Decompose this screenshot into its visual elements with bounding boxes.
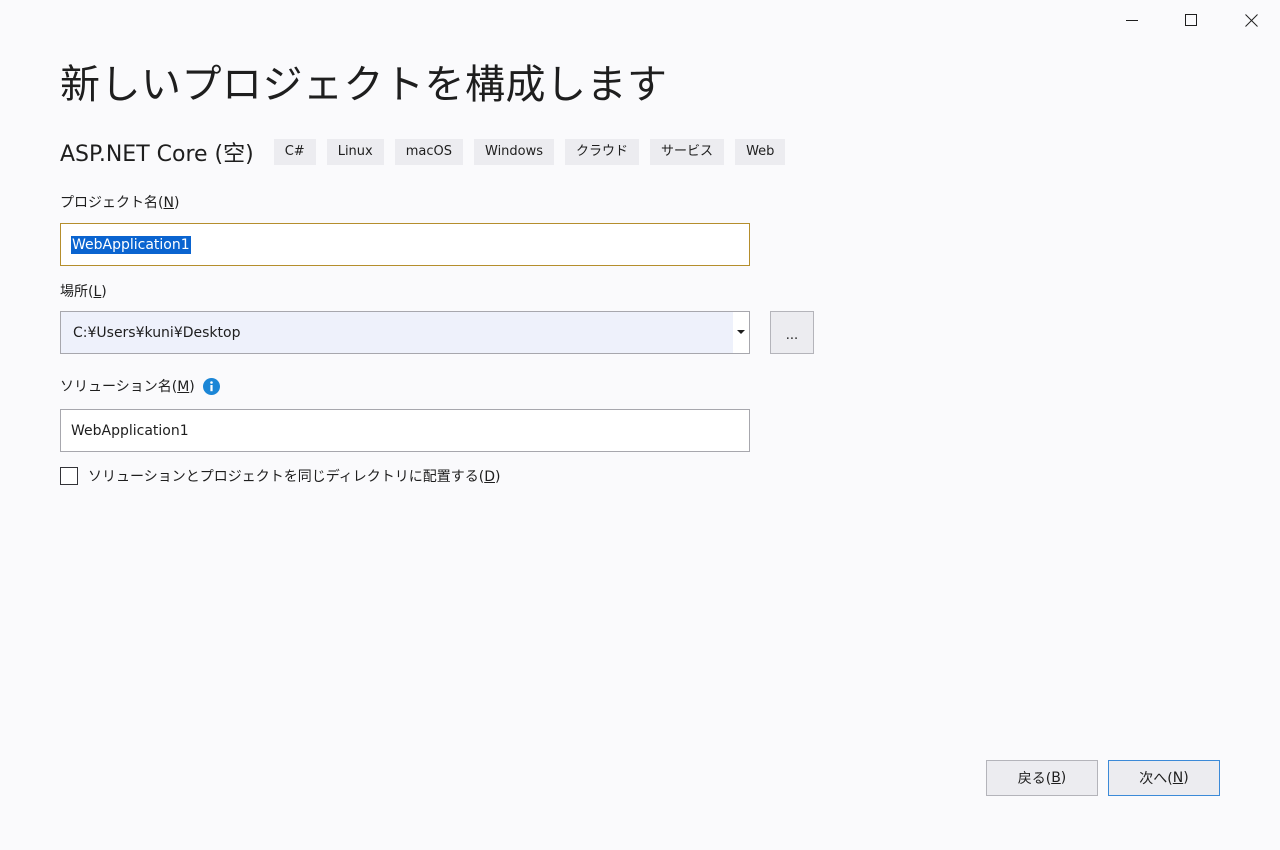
solution-name-input[interactable]: WebApplication1 [60, 409, 750, 452]
browse-button[interactable]: ... [770, 311, 814, 354]
tag-cloud: クラウド [565, 139, 640, 165]
close-icon [1244, 13, 1258, 27]
minimize-button[interactable] [1117, 5, 1147, 35]
back-button[interactable]: 戻る(B) [986, 760, 1098, 796]
location-value: C:¥Users¥kuni¥Desktop [73, 324, 241, 341]
template-info: ASP.NET Core (空) C# Linux macOS Windows … [60, 136, 796, 168]
project-name-value: WebApplication1 [71, 235, 191, 254]
tag-windows: Windows [474, 139, 555, 165]
project-name-label: プロジェクト名(N) [60, 195, 180, 211]
location-label: 場所(L) [60, 284, 107, 300]
tag-linux: Linux [326, 139, 384, 165]
same-directory-label: ソリューションとプロジェクトを同じディレクトリに配置する(D) [88, 469, 501, 485]
same-directory-option[interactable]: ソリューションとプロジェクトを同じディレクトリに配置する(D) [60, 466, 500, 486]
tag-csharp: C# [273, 139, 316, 165]
tag-service: サービス [650, 139, 725, 165]
next-button[interactable]: 次へ(N) [1108, 760, 1220, 796]
maximize-button[interactable] [1176, 5, 1206, 35]
template-name: ASP.NET Core (空) [60, 142, 254, 167]
minimize-icon [1126, 20, 1138, 21]
tag-web: Web [735, 139, 786, 165]
caret-down-icon [737, 330, 745, 334]
location-dropdown-button[interactable] [733, 312, 749, 353]
maximize-icon [1185, 14, 1197, 26]
page-title: 新しいプロジェクトを構成します [60, 62, 668, 108]
configure-project-window: 新しいプロジェクトを構成します ASP.NET Core (空) C# Linu… [0, 0, 1280, 850]
location-combobox[interactable]: C:¥Users¥kuni¥Desktop [60, 311, 750, 354]
same-directory-checkbox[interactable] [60, 467, 78, 485]
solution-name-label: ソリューション名(M) [60, 376, 220, 396]
solution-name-value: WebApplication1 [71, 422, 189, 439]
project-name-input[interactable]: WebApplication1 [60, 223, 750, 266]
info-icon[interactable] [202, 377, 220, 395]
tag-macos: macOS [394, 139, 463, 165]
close-button[interactable] [1236, 5, 1266, 35]
